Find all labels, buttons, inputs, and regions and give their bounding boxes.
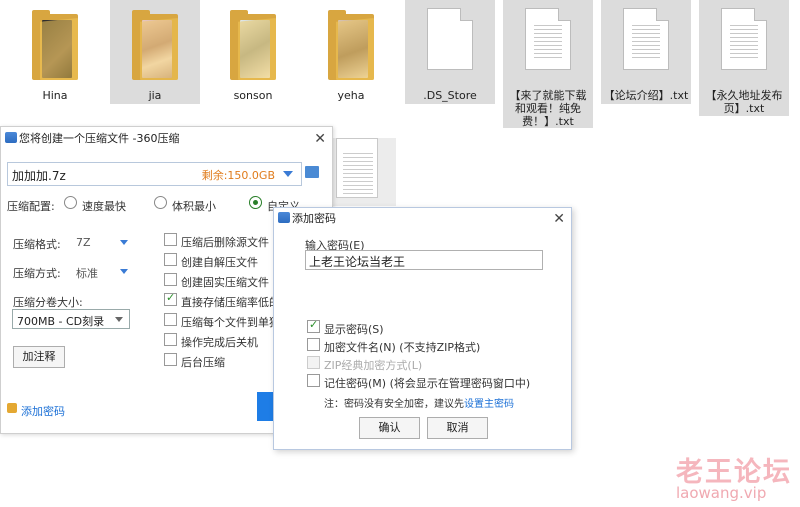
option-background-checkbox[interactable]	[164, 353, 177, 366]
background-file	[330, 138, 396, 206]
archive-path-value: 加加加.7z	[12, 169, 66, 183]
window-titlebar: 您将创建一个压缩文件 -360压缩 ✕	[1, 127, 332, 151]
chevron-down-icon[interactable]	[283, 171, 293, 177]
encrypt-filenames-label[interactable]: 加密文件名(N) (不支持ZIP格式)	[324, 339, 480, 355]
browse-folder-icon[interactable]	[305, 166, 319, 178]
format-label: 压缩格式:	[13, 238, 61, 251]
option-shutdown-label[interactable]: 操作完成后关机	[181, 334, 258, 350]
security-note-text: 注：密码没有安全加密，建议先	[324, 399, 464, 410]
zip-classic-checkbox	[307, 356, 320, 369]
set-master-password-link[interactable]: 设置主密码	[464, 399, 514, 410]
desktop-item-sonson[interactable]: sonson	[208, 0, 298, 104]
item-label: .DS_Store	[423, 89, 477, 102]
add-password-link[interactable]: 添加密码	[21, 403, 65, 419]
folder-icon	[328, 10, 374, 80]
text-file-icon	[525, 8, 571, 70]
mode-smallest-label[interactable]: 体积最小	[172, 198, 216, 214]
option-delete-source-label[interactable]: 压缩后删除源文件	[181, 234, 269, 250]
item-label: jia	[148, 89, 162, 102]
folder-icon	[32, 10, 78, 80]
remember-password-checkbox[interactable]	[307, 374, 320, 387]
option-solid-label[interactable]: 创建固实压缩文件	[181, 274, 269, 290]
mode-fastest-radio[interactable]	[64, 196, 77, 209]
chevron-down-icon[interactable]	[120, 240, 128, 245]
remember-password-label[interactable]: 记住密码(M) (将会显示在管理密码窗口中)	[324, 375, 530, 391]
text-file-icon	[721, 8, 767, 70]
close-icon[interactable]: ✕	[314, 127, 326, 151]
text-file-icon	[623, 8, 669, 70]
add-password-dialog: 添加密码 ✕ 输入密码(E) 上老王论坛当老王 显示密码(S) 加密文件名(N)…	[273, 207, 572, 450]
watermark-url: laowang.vip	[676, 484, 767, 502]
item-label: 【永久地址发布 页】.txt	[705, 89, 783, 115]
desktop-item-jia[interactable]: jia	[110, 0, 200, 104]
cancel-button[interactable]: 取消	[427, 417, 488, 439]
folder-icon	[132, 10, 178, 80]
mode-fastest-label[interactable]: 速度最快	[82, 198, 126, 214]
item-label: 【论坛介绍】.txt	[603, 89, 689, 102]
encrypt-filenames-checkbox[interactable]	[307, 338, 320, 351]
volume-size-value: 700MB - CD刻录	[17, 315, 105, 328]
dialog-title: 添加密码	[292, 212, 336, 225]
desktop-item-forum-intro-txt[interactable]: 【论坛介绍】.txt	[601, 0, 691, 104]
dialog-titlebar: 添加密码 ✕	[274, 208, 571, 230]
option-shutdown-checkbox[interactable]	[164, 333, 177, 346]
confirm-button[interactable]: 确认	[359, 417, 420, 439]
show-password-checkbox[interactable]	[307, 318, 320, 333]
text-file-icon	[336, 138, 378, 198]
window-title: 您将创建一个压缩文件 -360压缩	[19, 132, 180, 145]
option-self-extract-checkbox[interactable]	[164, 253, 177, 266]
volume-label: 压缩分卷大小:	[13, 296, 83, 309]
desktop-item-yeha[interactable]: yeha	[306, 0, 396, 104]
lock-icon	[7, 403, 17, 413]
app-icon	[5, 132, 17, 143]
mode-smallest-radio[interactable]	[154, 196, 167, 209]
item-label: 【来了就能下载 和观看！纯免 费！】.txt	[509, 89, 587, 128]
app-icon	[278, 212, 290, 223]
desktop-item-free-download-txt[interactable]: 【来了就能下载 和观看！纯免 费！】.txt	[503, 0, 593, 128]
method-label: 压缩方式:	[13, 267, 61, 280]
format-select[interactable]: 7Z	[76, 236, 91, 249]
password-value: 上老王论坛当老王	[309, 255, 406, 269]
show-password-label[interactable]: 显示密码(S)	[324, 321, 384, 337]
option-separate-files-checkbox[interactable]	[164, 313, 177, 326]
chevron-down-icon[interactable]	[120, 269, 128, 274]
option-delete-source-checkbox[interactable]	[164, 233, 177, 246]
folder-icon	[230, 10, 276, 80]
chevron-down-icon[interactable]	[115, 317, 123, 322]
item-label: sonson	[233, 89, 273, 102]
free-space-label: 剩余:150.0GB	[201, 169, 275, 182]
close-icon[interactable]: ✕	[553, 208, 565, 230]
item-label: Hina	[42, 89, 68, 102]
password-input[interactable]: 上老王论坛当老王	[305, 250, 543, 270]
file-icon	[427, 8, 473, 70]
add-comment-button[interactable]: 加注释	[13, 346, 65, 368]
option-store-low-ratio-checkbox[interactable]	[164, 291, 177, 306]
option-self-extract-label[interactable]: 创建自解压文件	[181, 254, 258, 270]
option-background-label[interactable]: 后台压缩	[181, 354, 225, 370]
desktop-item-hina[interactable]: Hina	[10, 0, 100, 104]
start-compress-button[interactable]	[257, 392, 273, 421]
desktop-item-ds-store[interactable]: .DS_Store	[405, 0, 495, 104]
item-label: yeha	[337, 89, 365, 102]
mode-custom-radio[interactable]	[249, 196, 262, 209]
method-select[interactable]: 标准	[76, 265, 98, 281]
volume-size-select[interactable]: 700MB - CD刻录	[12, 309, 130, 329]
desktop-item-permanent-address-txt[interactable]: 【永久地址发布 页】.txt	[699, 0, 789, 116]
security-note: 注：密码没有安全加密，建议先设置主密码	[324, 395, 514, 410]
archive-path-input[interactable]: 加加加.7z 剩余:150.0GB	[7, 162, 302, 186]
zip-classic-label: ZIP经典加密方式(L)	[324, 359, 423, 372]
option-solid-checkbox[interactable]	[164, 273, 177, 286]
config-label: 压缩配置:	[7, 200, 55, 213]
